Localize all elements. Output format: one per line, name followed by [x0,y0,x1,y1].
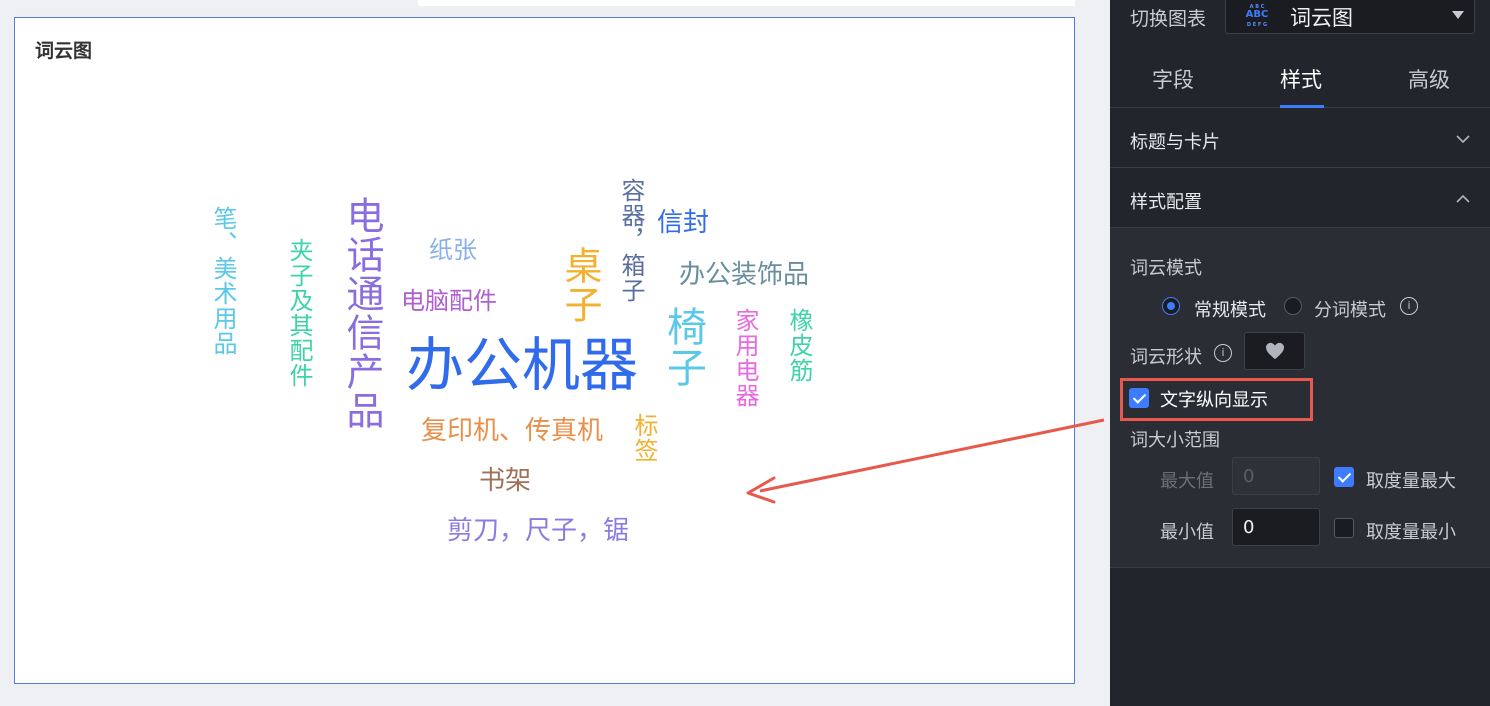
chevron-up-icon [1456,194,1470,203]
tab-fields[interactable]: 字段 [1152,64,1194,94]
word-cloud-word[interactable]: 办公机器 [406,336,638,394]
highlight-box [1120,378,1313,421]
use-measure-max-checkbox[interactable] [1334,467,1354,487]
word-cloud-word[interactable]: 复印机、传真机 [421,418,603,444]
word-cloud-word[interactable]: 信封 [657,210,709,236]
info-icon[interactable]: i [1214,344,1232,362]
size-range-label: 词大小范围 [1130,430,1220,451]
word-cloud-word[interactable]: 桌子 [558,246,602,324]
word-cloud-word[interactable]: 家用电器 [731,308,759,408]
word-cloud-word[interactable]: 书架 [479,468,531,494]
use-measure-min-label[interactable]: 取度量最小 [1366,518,1456,544]
card-title: 词云图 [35,40,93,62]
switch-chart-label: 切换图表 [1130,8,1207,30]
section-style-config-label: 样式配置 [1130,192,1202,213]
max-value-label: 最大值 [1160,471,1214,492]
tab-advanced[interactable]: 高级 [1408,64,1450,94]
word-cloud-word[interactable]: 夹子及其配件 [285,238,313,388]
info-icon[interactable]: i [1400,297,1418,315]
word-cloud-card[interactable]: 词云图 笔、美术用品 夹子及其配件 电话通信产品 纸张电脑配件办公机器复印机、传真机书… [14,17,1075,684]
word-cloud-word[interactable]: 椅子 [660,306,706,388]
tab-style[interactable]: 样式 [1280,64,1322,94]
heart-icon [1266,342,1284,360]
word-cloud-word[interactable]: 笔、美术用品 [209,206,237,356]
word-cloud-word[interactable]: 纸张 [429,238,477,262]
section-style-config[interactable]: 样式配置 [1110,170,1490,228]
word-cloud-word[interactable]: 办公装饰品 [679,262,809,288]
radio-normal-mode-label[interactable]: 常规模式 [1194,296,1266,322]
radio-segment-mode[interactable] [1284,297,1302,315]
min-value-label: 最小值 [1160,522,1214,543]
section-title-card-label: 标题与卡片 [1130,132,1220,153]
switch-chart-row: 切换图表 A B C ABC D E F G 词云图 [1110,0,1490,36]
active-tab-indicator [1280,105,1324,108]
chart-type-select[interactable]: A B C ABC D E F G 词云图 [1225,0,1475,34]
use-measure-min-checkbox[interactable] [1334,518,1354,538]
section-title-card[interactable]: 标题与卡片 [1110,110,1490,168]
word-cloud-mode-label: 词云模式 [1130,258,1202,279]
word-cloud-word[interactable]: 标签 [630,413,658,463]
word-cloud-word[interactable]: 电话通信产品 [340,196,384,430]
top-strip [418,0,1075,6]
word-cloud-word[interactable]: 橡皮筋 [785,308,813,383]
max-value-input[interactable] [1232,457,1320,495]
word-cloud-word[interactable]: 剪刀，尺子，锯 [447,518,629,544]
chart-type-value: 词云图 [1290,6,1353,30]
word-cloud-word[interactable]: 电脑配件 [401,289,497,313]
word-cloud-chart-icon: A B C ABC D E F G [1245,4,1269,28]
radio-normal-mode[interactable] [1162,297,1180,315]
min-value-input[interactable] [1232,508,1320,546]
shape-select-button[interactable] [1244,332,1305,370]
style-panel: 切换图表 A B C ABC D E F G 词云图 字段 样式 高级 标题与卡… [1110,0,1490,706]
word-cloud-shape-label: 词云形状 [1130,347,1202,368]
radio-segment-mode-label[interactable]: 分词模式 [1314,296,1386,322]
panel-tabs: 字段 样式 高级 [1110,50,1490,108]
word-cloud-word[interactable]: 容器，箱子 [617,178,645,303]
caret-down-icon [1452,11,1464,19]
chevron-down-icon [1456,135,1470,144]
use-measure-max-label[interactable]: 取度量最大 [1366,467,1456,493]
